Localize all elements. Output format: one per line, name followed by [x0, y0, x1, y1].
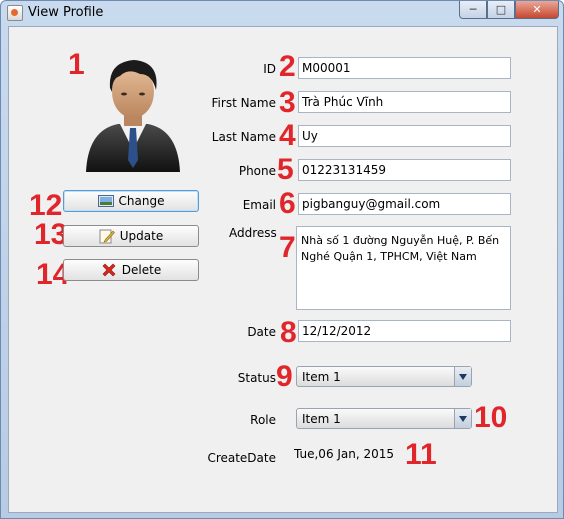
id-field[interactable]: M00001	[298, 57, 511, 79]
change-button[interactable]: Change	[63, 190, 199, 212]
date-label: Date	[247, 325, 276, 339]
marker-1: 1	[68, 48, 85, 81]
create-date-value: Tue,06 Jan, 2015	[294, 447, 395, 461]
update-button-label: Update	[119, 229, 164, 243]
phone-label: Phone	[238, 164, 276, 178]
title-bar[interactable]: View Profile ─ □ ✕	[1, 1, 563, 25]
first-name-label: First Name	[211, 96, 276, 110]
marker-10: 10	[474, 401, 508, 434]
address-line-2: Nghé Quận 1, TPHCM, Việt Nam	[301, 250, 477, 263]
marker-3: 3	[279, 86, 296, 119]
marker-5: 5	[277, 153, 294, 186]
delete-button[interactable]: Delete	[63, 259, 199, 281]
close-button[interactable]: ✕	[515, 1, 559, 19]
role-combobox[interactable]: Item 1	[296, 408, 472, 429]
last-name-label: Last Name	[211, 130, 276, 144]
window-controls: ─ □ ✕	[459, 1, 559, 19]
role-label: Role	[250, 413, 276, 427]
address-label: Address	[229, 226, 277, 240]
id-label: ID	[263, 62, 276, 76]
address-line-1: Nhà số 1 đường Nguyễn Huệ, P. Bến	[301, 234, 500, 247]
restore-icon: □	[495, 3, 507, 16]
chevron-down-icon[interactable]	[454, 367, 471, 386]
create-date-label: CreateDate	[207, 451, 276, 465]
status-selected: Item 1	[302, 370, 341, 384]
role-selected: Item 1	[302, 412, 341, 426]
delete-button-label: Delete	[121, 263, 162, 277]
date-field[interactable]: 12/12/2012	[298, 320, 511, 342]
avatar	[86, 60, 180, 172]
marker-6: 6	[279, 187, 296, 220]
marker-2: 2	[279, 50, 296, 83]
marker-7: 7	[279, 231, 296, 264]
minimize-button[interactable]: ─	[459, 1, 487, 19]
marker-9: 9	[276, 360, 293, 393]
last-name-field[interactable]: Uy	[298, 125, 511, 147]
change-button-label: Change	[118, 194, 165, 208]
address-textarea[interactable]: Nhà số 1 đường Nguyễn Huệ, P. Bến Nghé Q…	[296, 226, 511, 310]
marker-11: 11	[405, 438, 437, 471]
marker-4: 4	[279, 119, 296, 152]
email-label: Email	[242, 198, 276, 212]
chevron-down-icon[interactable]	[454, 409, 471, 428]
close-icon: ✕	[532, 3, 542, 16]
java-app-icon	[7, 5, 23, 21]
delete-icon	[102, 263, 116, 277]
marker-12: 12	[29, 189, 63, 222]
minimize-icon: ─	[469, 3, 477, 16]
marker-8: 8	[280, 316, 297, 349]
edit-icon	[99, 229, 115, 244]
update-button[interactable]: Update	[63, 225, 199, 247]
first-name-field[interactable]: Trà Phúc Vĩnh	[298, 91, 511, 113]
picture-icon	[97, 195, 114, 207]
status-label: Status	[237, 371, 276, 385]
restore-button[interactable]: □	[487, 1, 515, 19]
email-field[interactable]: pigbanguy@gmail.com	[298, 193, 511, 215]
phone-field[interactable]: 01223131459	[298, 159, 511, 181]
window-title: View Profile	[28, 5, 104, 20]
status-combobox[interactable]: Item 1	[296, 366, 472, 387]
